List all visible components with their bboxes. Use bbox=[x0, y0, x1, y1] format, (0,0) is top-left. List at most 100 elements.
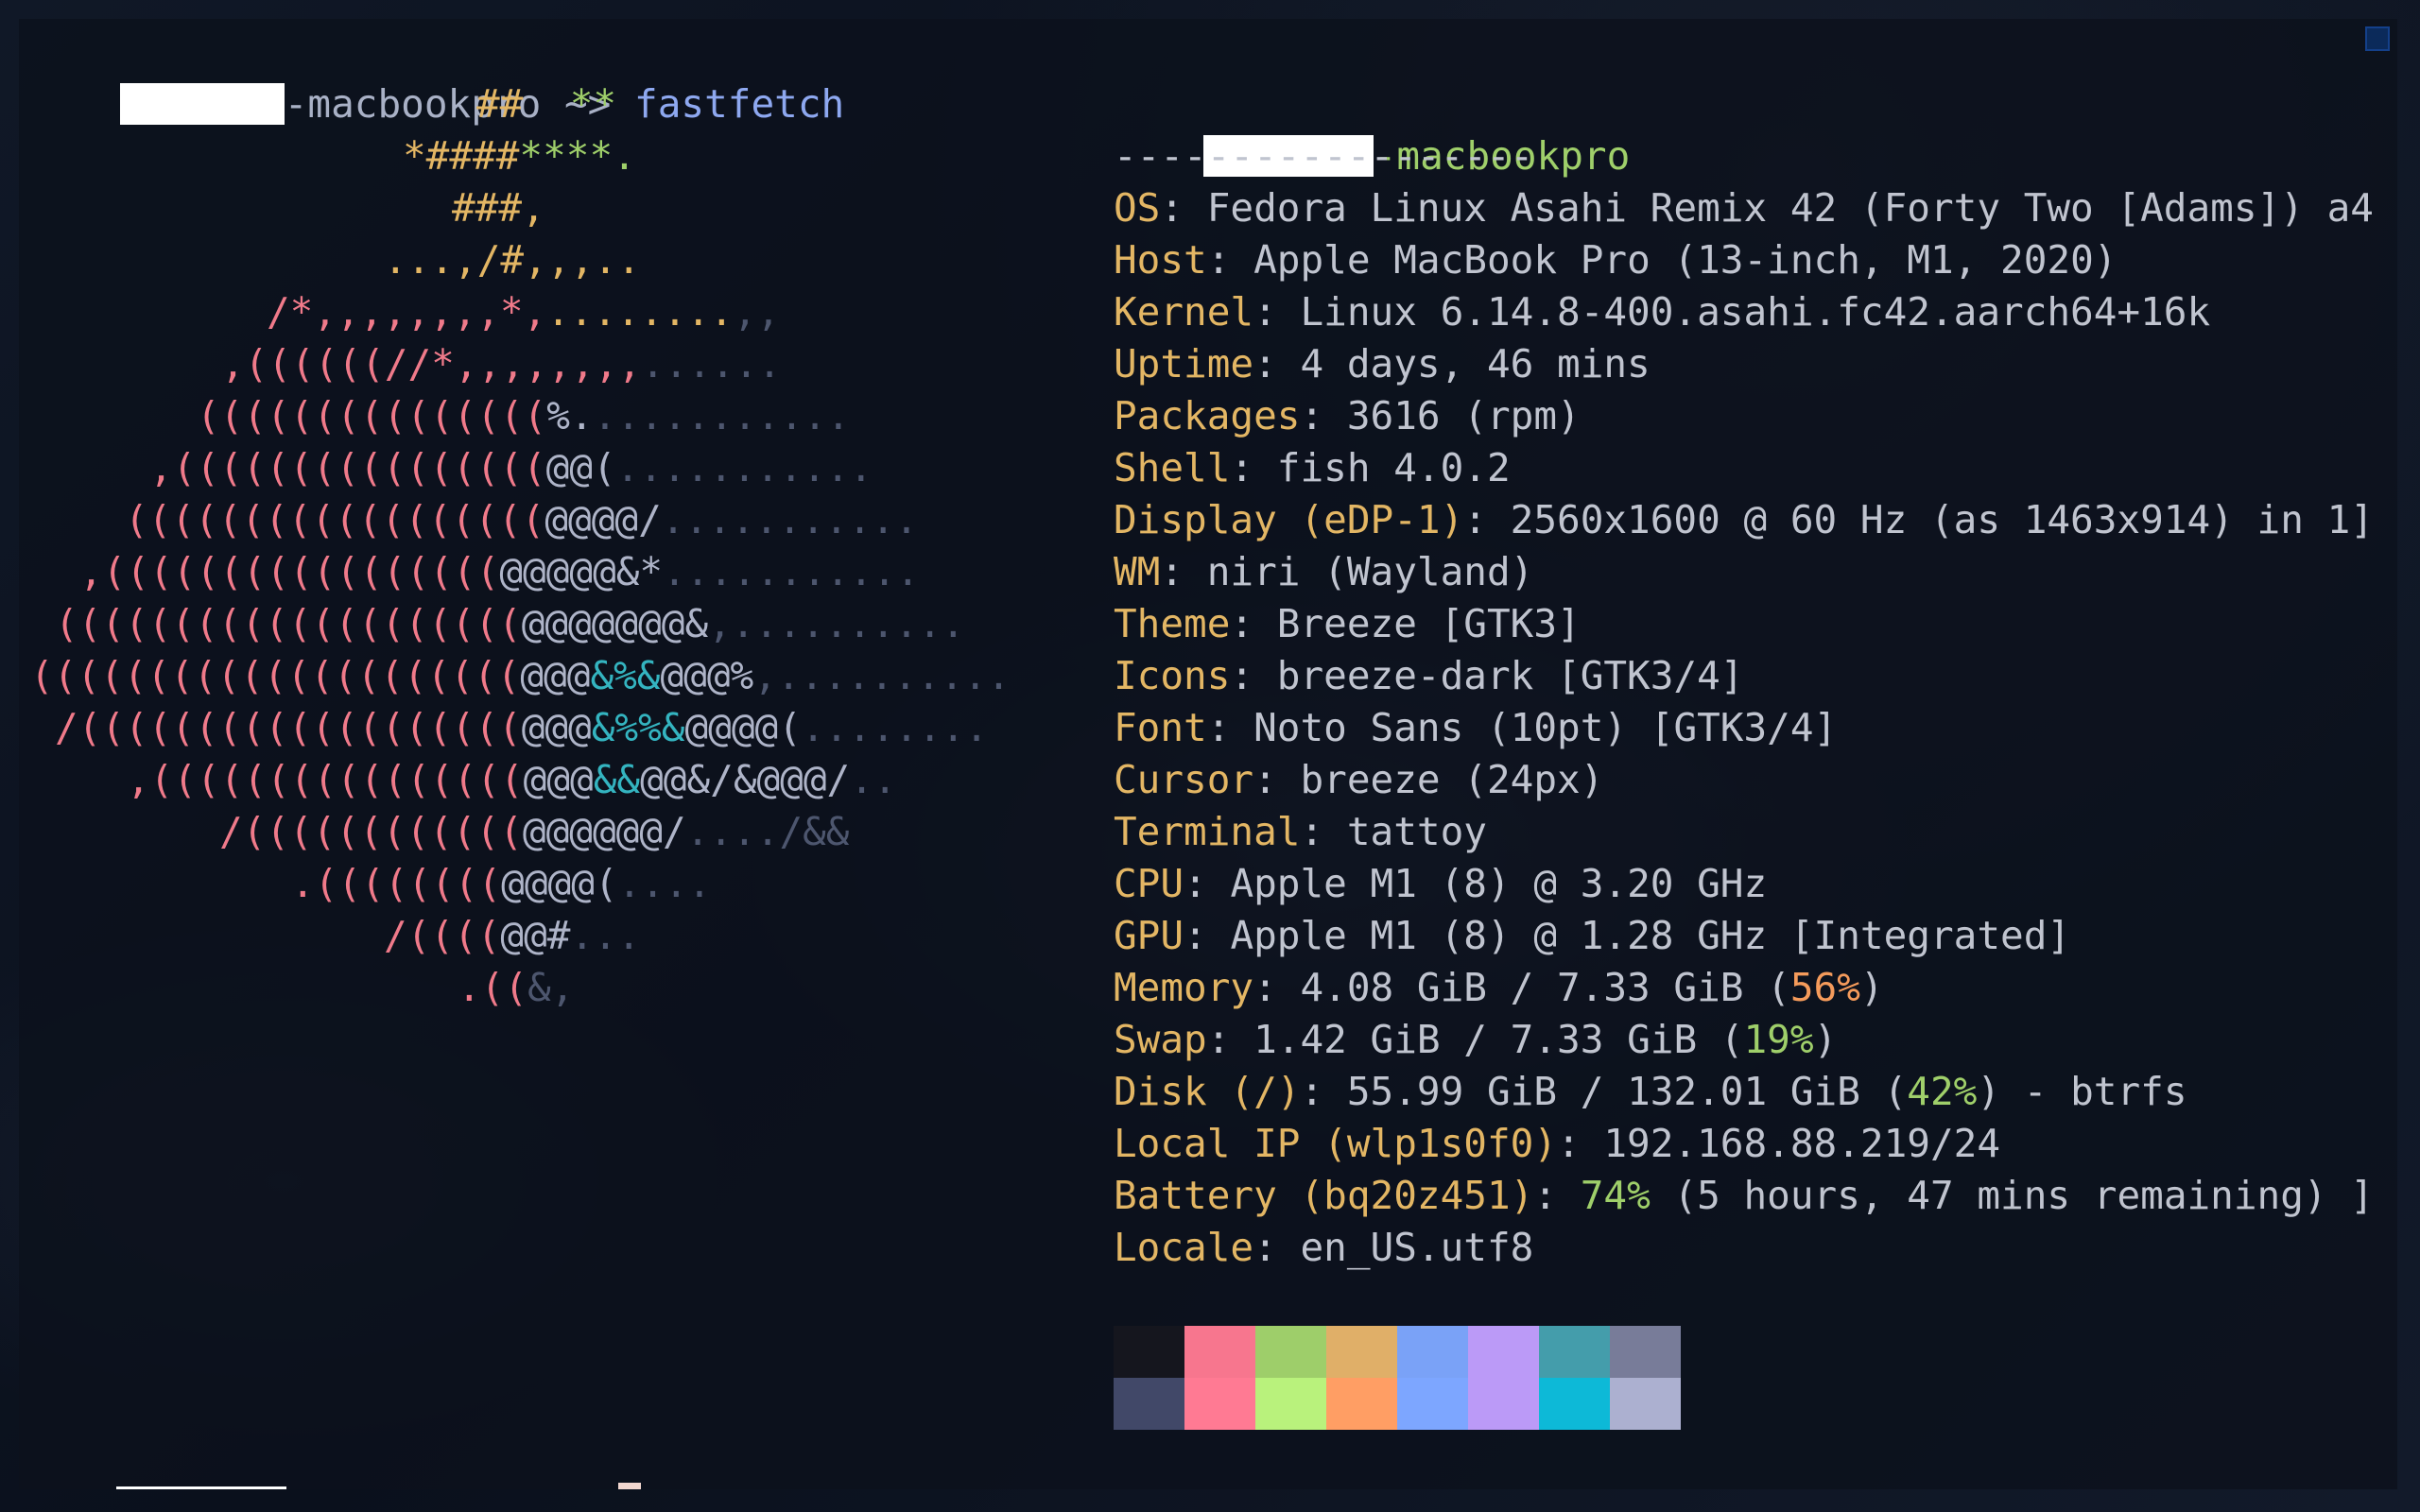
info-row: Shell: fish 4.0.2 bbox=[1114, 442, 1511, 494]
palette-swatch-top-7 bbox=[1610, 1326, 1681, 1378]
info-key: Terminal bbox=[1114, 809, 1301, 854]
ascii-logo-line: ## ** bbox=[476, 78, 616, 130]
ascii-logo-line: ###, bbox=[452, 182, 545, 234]
ascii-logo-segment: ........... bbox=[661, 497, 919, 542]
info-value: Apple M1 (8) @ 1.28 GHz [Integrated] bbox=[1230, 913, 2071, 958]
ascii-logo-line: ,((((((((((((((((@@(........... bbox=[149, 442, 873, 494]
info-colon: : bbox=[1184, 913, 1231, 958]
info-colon: : bbox=[1184, 861, 1231, 906]
info-key: Font bbox=[1114, 705, 1207, 750]
info-key: Swap bbox=[1114, 1017, 1207, 1062]
ascii-logo-segment: ... bbox=[570, 913, 641, 958]
ascii-logo-segment: ........... bbox=[615, 445, 873, 490]
info-value: Fedora Linux Asahi Remix 42 (Forty Two [… bbox=[1206, 185, 2374, 231]
info-row: Kernel: Linux 6.14.8-400.asahi.fc42.aarc… bbox=[1114, 286, 2210, 338]
palette-swatch-bottom-3 bbox=[1326, 1378, 1397, 1430]
info-value: 55.99 GiB / 132.01 GiB ( bbox=[1346, 1069, 1908, 1114]
info-key: GPU bbox=[1114, 913, 1184, 958]
info-key: WM bbox=[1114, 549, 1161, 594]
palette-swatch-bottom-7 bbox=[1610, 1378, 1681, 1430]
info-value: 1.42 GiB / 7.33 GiB ( bbox=[1253, 1017, 1744, 1062]
ascii-logo-segment: *#### bbox=[403, 133, 520, 179]
text-cursor[interactable] bbox=[618, 1483, 642, 1489]
info-colon: : bbox=[1300, 809, 1347, 854]
info-value: 4.08 GiB / 7.33 GiB ( bbox=[1300, 965, 1790, 1010]
info-row: Locale: en_US.utf8 bbox=[1114, 1222, 1533, 1274]
palette-swatch-bottom-4 bbox=[1397, 1378, 1468, 1430]
info-colon: : bbox=[1253, 289, 1301, 335]
ascii-logo-segment: .(((((((( bbox=[291, 861, 502, 906]
ascii-logo-line: ,(((((((((((((((((@@@@@&*........... bbox=[79, 546, 920, 598]
info-colon: : bbox=[1206, 237, 1254, 283]
ascii-logo-segment: @@@ bbox=[523, 757, 594, 802]
ascii-logo-segment: /(((((((((((( bbox=[219, 809, 523, 854]
ascii-logo-segment: ..../&& bbox=[685, 809, 850, 854]
info-colon: : bbox=[1160, 549, 1207, 594]
palette-swatch-bottom-0 bbox=[1114, 1378, 1184, 1430]
info-key: Locale bbox=[1114, 1225, 1254, 1270]
info-row: GPU: Apple M1 (8) @ 1.28 GHz [Integrated… bbox=[1114, 910, 2070, 962]
palette-swatch-top-4 bbox=[1397, 1326, 1468, 1378]
ascii-logo-segment: @@( bbox=[545, 445, 616, 490]
prompt-symbol: ~> bbox=[566, 1485, 613, 1489]
ascii-logo-segment: @@&/&@@@/ bbox=[640, 757, 851, 802]
ascii-logo-segment: /*,,,,,,,,*, bbox=[267, 289, 547, 335]
info-colon: : bbox=[1533, 1173, 1581, 1218]
ascii-logo-line: ((((((((((((((((((@@@@/........... bbox=[125, 494, 918, 546]
info-colon: : bbox=[1300, 1069, 1347, 1114]
info-colon: : bbox=[1253, 757, 1301, 802]
ascii-logo-segment: ,(((((((((((((((( bbox=[127, 757, 524, 802]
palette-swatch-top-1 bbox=[1184, 1326, 1255, 1378]
info-value: Breeze [GTK3] bbox=[1276, 601, 1581, 646]
ascii-logo-segment: ## bbox=[476, 81, 570, 127]
ascii-logo-segment: ,, bbox=[733, 289, 781, 335]
info-key: CPU bbox=[1114, 861, 1184, 906]
info-row: Cursor: breeze (24px) bbox=[1114, 754, 1603, 806]
ascii-logo-line: ,((((((//*,,,,,,,,...... bbox=[221, 338, 781, 390]
ascii-logo-segment: ...... bbox=[641, 341, 782, 387]
ascii-logo-segment: .... bbox=[617, 861, 712, 906]
ascii-logo-segment: ,.......... bbox=[708, 601, 965, 646]
info-key: OS bbox=[1114, 185, 1161, 231]
usage-percent: 74% bbox=[1580, 1173, 1651, 1218]
info-key: Theme bbox=[1114, 601, 1231, 646]
info-colon: : bbox=[1230, 601, 1277, 646]
info-key: Uptime bbox=[1114, 341, 1254, 387]
ascii-logo-segment: @@@@@@/ bbox=[522, 809, 686, 854]
ascii-logo-segment: @@@ bbox=[521, 705, 592, 750]
ascii-logo-line: .((&, bbox=[458, 962, 574, 1014]
info-value-suffix: (5 hours, 47 mins remaining) ] bbox=[1650, 1173, 2374, 1218]
info-value-suffix: ) bbox=[1813, 1017, 1838, 1062]
info-colon: : bbox=[1206, 705, 1254, 750]
ascii-logo-segment: @@@@( bbox=[501, 861, 618, 906]
info-row: Memory: 4.08 GiB / 7.33 GiB (56%) bbox=[1114, 962, 1884, 1014]
info-row: Host: Apple MacBook Pro (13-inch, M1, 20… bbox=[1114, 234, 2117, 286]
palette-swatch-top-0 bbox=[1114, 1326, 1184, 1378]
ascii-logo-line: (((((((((((((((%............ bbox=[197, 390, 850, 442]
prompt-line-input[interactable]: -macbookpro ~> bbox=[23, 1430, 642, 1489]
info-row: Font: Noto Sans (10pt) [GTK3/4] bbox=[1114, 702, 1837, 754]
info-value-suffix: ) - btrfs bbox=[1977, 1069, 2187, 1114]
ascii-logo-line: ...,/#,,,.. bbox=[384, 234, 641, 286]
terminal-window[interactable]: -macbookpro ~> fastfetch ## ** *####****.… bbox=[19, 19, 2397, 1489]
ascii-logo-segment: @@@ bbox=[520, 653, 591, 698]
info-row: Swap: 1.42 GiB / 7.33 GiB (19%) bbox=[1114, 1014, 1837, 1066]
ascii-logo-line: .((((((((@@@@(.... bbox=[291, 858, 711, 910]
palette-swatch-top-3 bbox=[1326, 1326, 1397, 1378]
info-row: Uptime: 4 days, 46 mins bbox=[1114, 338, 1651, 390]
info-value: Apple MacBook Pro (13-inch, M1, 2020) bbox=[1253, 237, 2118, 283]
info-key: Kernel bbox=[1114, 289, 1254, 335]
info-key: Battery (bq20z451) bbox=[1114, 1173, 1534, 1218]
palette-swatch-bottom-2 bbox=[1255, 1378, 1326, 1430]
ascii-logo-line: /((((((((((((@@@@@@/..../&& bbox=[219, 806, 850, 858]
info-row: Packages: 3616 (rpm) bbox=[1114, 390, 1581, 442]
info-colon: : bbox=[1300, 393, 1347, 438]
info-row: CPU: Apple M1 (8) @ 3.20 GHz bbox=[1114, 858, 1767, 910]
info-colon: : bbox=[1206, 1017, 1254, 1062]
info-value: niri (Wayland) bbox=[1206, 549, 1534, 594]
ascii-logo-segment: ...,/#,,,.. bbox=[384, 237, 641, 283]
ascii-logo-segment: .. bbox=[850, 757, 897, 802]
usage-percent: 56% bbox=[1789, 965, 1860, 1010]
info-key: Cursor bbox=[1114, 757, 1254, 802]
usage-percent: 19% bbox=[1743, 1017, 1814, 1062]
